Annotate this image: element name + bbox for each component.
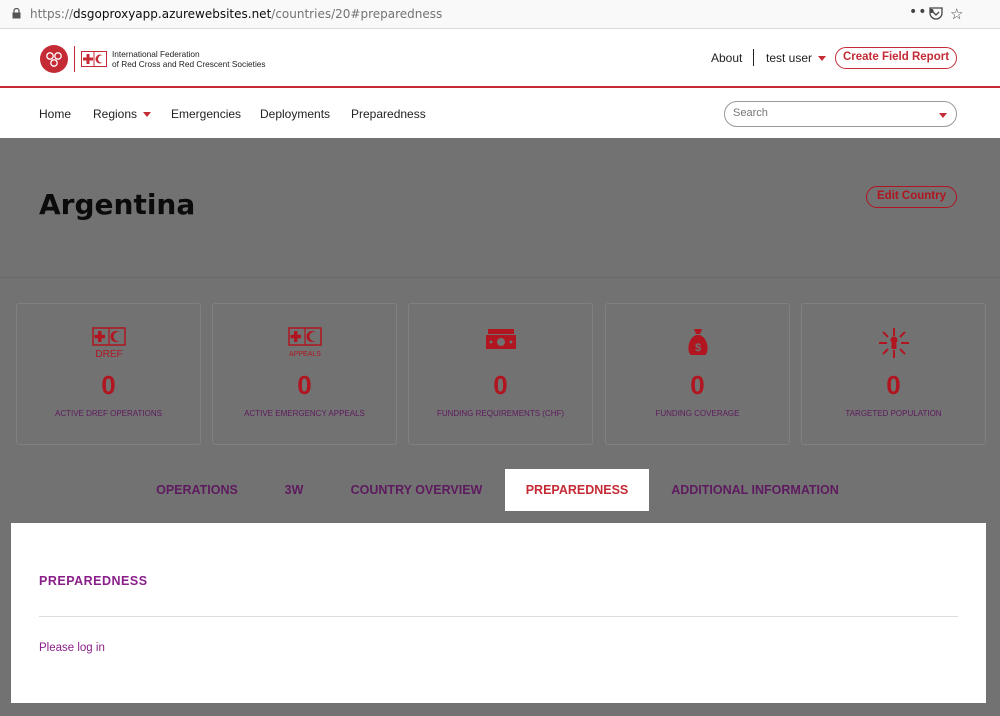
appeals-sublabel: APPEALS [289,351,321,358]
stat-card-targeted-population: 0 TARGETED POPULATION [801,303,986,445]
stat-card-appeals: APPEALS 0 ACTIVE EMERGENCY APPEALS [212,303,397,445]
stat-value: 0 [101,370,116,400]
browser-url-bar[interactable]: https://dsgoproxyapp.azurewebsites.net/c… [0,0,1000,29]
chevron-down-icon [818,56,827,62]
url-text[interactable]: https://dsgoproxyapp.azurewebsites.net/c… [30,7,442,21]
nav-home[interactable]: Home [39,107,71,121]
user-name: test user [766,51,813,65]
about-link[interactable]: About [711,51,742,65]
site-header: International Federation of Red Cross an… [0,29,1000,88]
stat-value: 0 [690,370,705,400]
stat-card-funding-requirements: 0 FUNDING REQUIREMENTS (CHF) [408,303,593,445]
stat-card-funding-coverage: $ 0 FUNDING COVERAGE [605,303,790,445]
money-bag-icon: $ [687,329,708,355]
logo-line-2: of Red Cross and Red Crescent Societies [112,59,266,69]
url-host: dsgoproxyapp.azurewebsites.net [73,7,272,21]
tab-3w[interactable]: 3W [270,469,318,511]
stat-value: 0 [493,370,508,400]
url-scheme: https:// [30,7,74,21]
country-tabs: OPERATIONS 3W COUNTRY OVERVIEW PREPAREDN… [0,469,1000,511]
nav-preparedness[interactable]: Preparedness [351,107,426,121]
tab-operations[interactable]: OPERATIONS [146,469,248,511]
header-divider [753,49,754,66]
stat-value: 0 [886,370,901,400]
go-logo-icon [40,45,68,73]
country-hero: Argentina Edit Country [0,138,1000,278]
ifrc-logo[interactable]: International Federation of Red Cross an… [40,45,266,73]
dref-sublabel: DREF [95,349,122,360]
stat-label[interactable]: ACTIVE DREF OPERATIONS [17,409,200,418]
targeted-population-icon [878,328,909,358]
nav-regions[interactable]: Regions [93,107,152,121]
tab-country-overview[interactable]: COUNTRY OVERVIEW [340,469,493,511]
pocket-icon[interactable] [929,7,943,20]
tab-preparedness[interactable]: PREPAREDNESS [505,469,649,511]
chevron-down-icon [143,112,152,118]
stat-card-dref: DREF 0 ACTIVE DREF OPERATIONS [16,303,201,445]
page-title: Argentina [39,188,196,221]
stat-label[interactable]: FUNDING COVERAGE [606,409,789,418]
search-box[interactable] [724,101,957,127]
user-menu[interactable]: test user [766,51,827,65]
svg-text:$: $ [694,342,700,354]
nav-deployments[interactable]: Deployments [260,107,330,121]
search-input[interactable] [733,107,933,119]
tab-additional-information[interactable]: ADDITIONAL INFORMATION [660,469,850,511]
lock-icon [12,8,21,19]
section-title: PREPAREDNESS [39,574,148,588]
stat-label[interactable]: FUNDING REQUIREMENTS (CHF) [409,409,592,418]
red-cross-crescent-icon [81,51,107,67]
stat-label[interactable]: ACTIVE EMERGENCY APPEALS [213,409,396,418]
main-nav: Home Regions Emergencies Deployments Pre… [0,88,1000,138]
stat-label[interactable]: TARGETED POPULATION [802,409,985,418]
logo-divider [74,46,75,72]
create-field-report-button[interactable]: Create Field Report [835,47,957,69]
bookmark-star-icon[interactable]: ☆ [950,5,963,23]
logo-text: International Federation of Red Cross an… [112,49,266,69]
section-divider [39,616,958,617]
appeals-icon: APPEALS [287,327,322,358]
money-icon [485,329,516,349]
stat-value: 0 [297,370,312,400]
log-in-link[interactable]: Please log in [39,642,105,654]
url-path: /countries/20#preparedness [271,7,443,21]
dref-icon: DREF [91,327,126,360]
chevron-down-icon[interactable] [939,113,947,118]
edit-country-button[interactable]: Edit Country [866,186,957,208]
preparedness-panel: PREPAREDNESS Please log in [11,523,986,703]
nav-emergencies[interactable]: Emergencies [171,107,241,121]
nav-regions-label: Regions [93,107,138,121]
logo-line-1: International Federation [112,49,200,59]
